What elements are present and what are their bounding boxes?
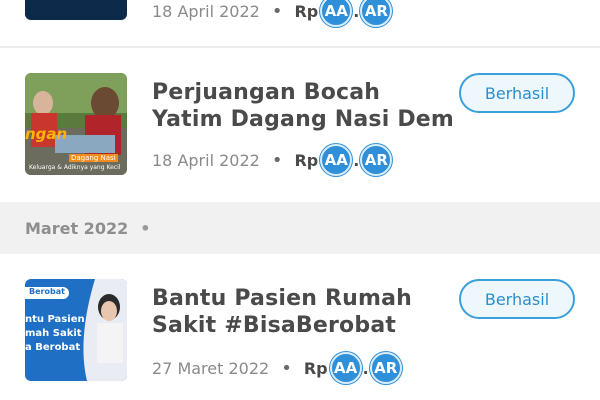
currency-label: Rp xyxy=(303,358,328,378)
campaign-thumbnail: ngan Dagang Nasi Keluarga & Adiknya yang… xyxy=(25,73,127,175)
thumb-text-line: mah Sakit xyxy=(25,328,82,339)
thumb-caption-main: ngan xyxy=(25,125,68,143)
campaign-title-line: Sakit #BisaBerobat xyxy=(152,313,397,338)
amount-avatar-icon: AR xyxy=(360,0,393,27)
meta-separator-dot: • xyxy=(271,149,283,171)
amount-avatar-icon: AA xyxy=(320,144,353,176)
amount-separator: . xyxy=(353,150,360,170)
meta-separator-dot: • xyxy=(271,0,283,22)
donation-meta: 27 Maret 2022 • Rp AA . AR xyxy=(152,351,402,385)
campaign-title: Bantu Pasien Rumah Sakit #BisaBerobat xyxy=(152,285,452,339)
campaign-title: Perjuangan Bocah Yatim Dagang Nasi Demi xyxy=(152,79,452,133)
thumb-text-line: a Berobat xyxy=(25,342,81,353)
donation-item[interactable]: 18 April 2022 • Rp AA . AR xyxy=(0,0,600,46)
campaign-thumbnail: Berobat ntu Pasien mah Sakit a Berobat xyxy=(25,279,127,381)
donation-meta: 18 April 2022 • Rp AA . AR xyxy=(152,143,393,177)
donation-item[interactable]: ngan Dagang Nasi Keluarga & Adiknya yang… xyxy=(0,48,600,202)
donation-meta: 18 April 2022 • Rp AA . AR xyxy=(152,0,393,28)
campaign-title-line: Yatim Dagang Nasi Demi xyxy=(152,107,452,132)
thumb-text: ntu Pasien mah Sakit a Berobat xyxy=(25,313,85,355)
thumb-text-line: ntu Pasien xyxy=(25,314,85,325)
amount-avatar-icon: AR xyxy=(369,352,402,384)
currency-label: Rp xyxy=(294,150,319,170)
amount-avatar-icon: AA xyxy=(329,352,362,384)
campaign-thumbnail xyxy=(25,0,127,20)
donation-date: 18 April 2022 xyxy=(152,1,260,21)
amount-separator: . xyxy=(362,358,369,378)
thumb-caption-sub: Keluarga & Adiknya yang Kecil xyxy=(29,164,121,171)
amount-avatar-icon: AA xyxy=(320,0,353,27)
month-section-header: Maret 2022 • xyxy=(0,202,600,254)
status-badge[interactable]: Berhasil xyxy=(459,279,575,319)
thumb-tag: Berobat xyxy=(25,287,69,299)
amount-avatar-icon: AR xyxy=(360,144,393,176)
campaign-title-line: Bantu Pasien Rumah xyxy=(152,286,413,311)
status-badge[interactable]: Berhasil xyxy=(459,73,575,113)
donation-item[interactable]: Berobat ntu Pasien mah Sakit a Berobat B… xyxy=(0,254,600,400)
meta-separator-dot: • xyxy=(281,357,292,379)
month-label: Maret 2022 xyxy=(25,218,129,238)
donation-date: 27 Maret 2022 xyxy=(152,358,270,378)
donation-date: 18 April 2022 xyxy=(152,150,260,170)
thumb-caption-tag: Dagang Nasi xyxy=(69,154,118,162)
currency-label: Rp xyxy=(294,1,319,21)
campaign-title-line: Perjuangan Bocah xyxy=(152,80,381,105)
month-separator-dot: • xyxy=(140,218,151,238)
amount-separator: . xyxy=(353,1,360,21)
